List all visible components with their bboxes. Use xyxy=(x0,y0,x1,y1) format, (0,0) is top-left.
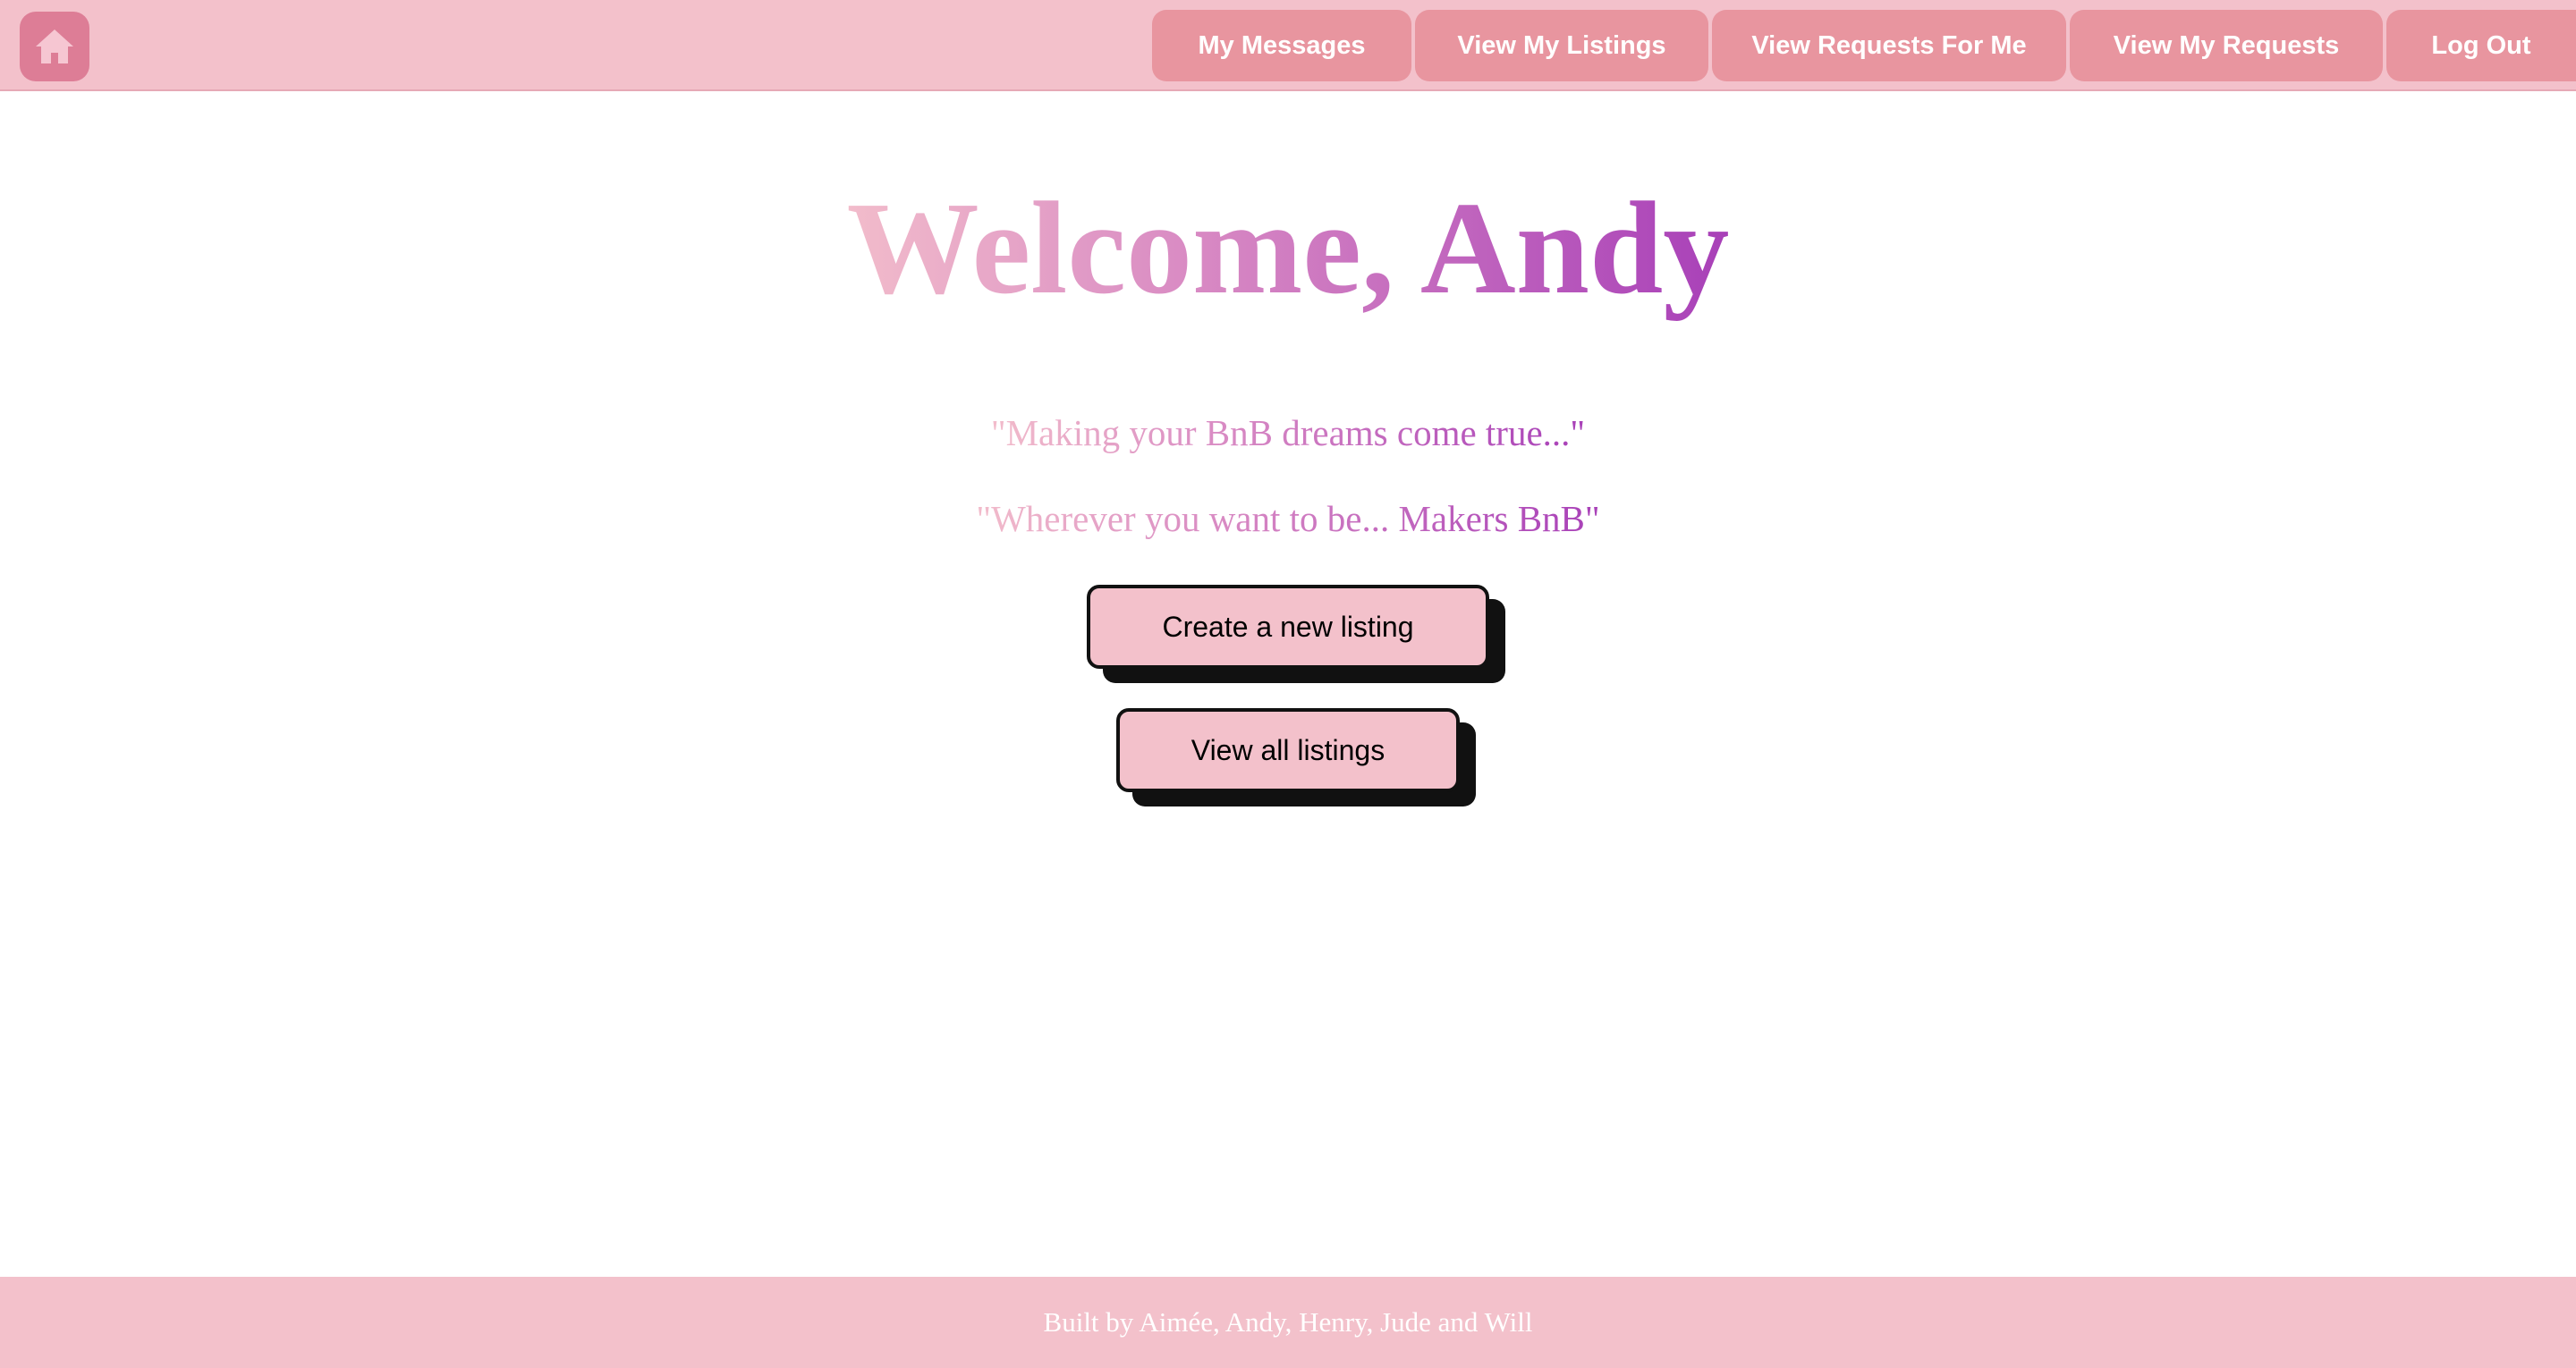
nav-view-my-listings[interactable]: View My Listings xyxy=(1415,10,1708,81)
nav-log-out[interactable]: Log Out xyxy=(2386,10,2576,81)
nav-my-messages[interactable]: My Messages xyxy=(1152,10,1411,81)
nav-links: My Messages View My Listings View Reques… xyxy=(1152,10,2576,81)
footer-credits: Built by Aimée, Andy, Henry, Jude and Wi… xyxy=(1043,1306,1533,1338)
create-listing-button[interactable]: Create a new listing xyxy=(1087,585,1489,669)
view-all-listings-button[interactable]: View all listings xyxy=(1116,708,1460,792)
nav-view-requests-for-me[interactable]: View Requests For Me xyxy=(1712,10,2066,81)
home-icon xyxy=(36,30,73,63)
tagline-wherever: "Wherever you want to be... Makers BnB" xyxy=(0,494,2576,544)
tagline-dreams-text: "Making your BnB dreams come true..." xyxy=(991,408,1585,458)
welcome-heading: Welcome, Andy xyxy=(0,168,2576,329)
welcome-text: Welcome, Andy xyxy=(847,168,1730,329)
tagline-dreams: "Making your BnB dreams come true..." xyxy=(0,408,2576,458)
top-navbar: My Messages View My Listings View Reques… xyxy=(0,0,2576,91)
nav-view-my-requests[interactable]: View My Requests xyxy=(2070,10,2383,81)
footer: Built by Aimée, Andy, Henry, Jude and Wi… xyxy=(0,1277,2576,1368)
tagline-wherever-text: "Wherever you want to be... Makers BnB" xyxy=(976,494,1599,544)
home-button[interactable] xyxy=(20,12,89,81)
